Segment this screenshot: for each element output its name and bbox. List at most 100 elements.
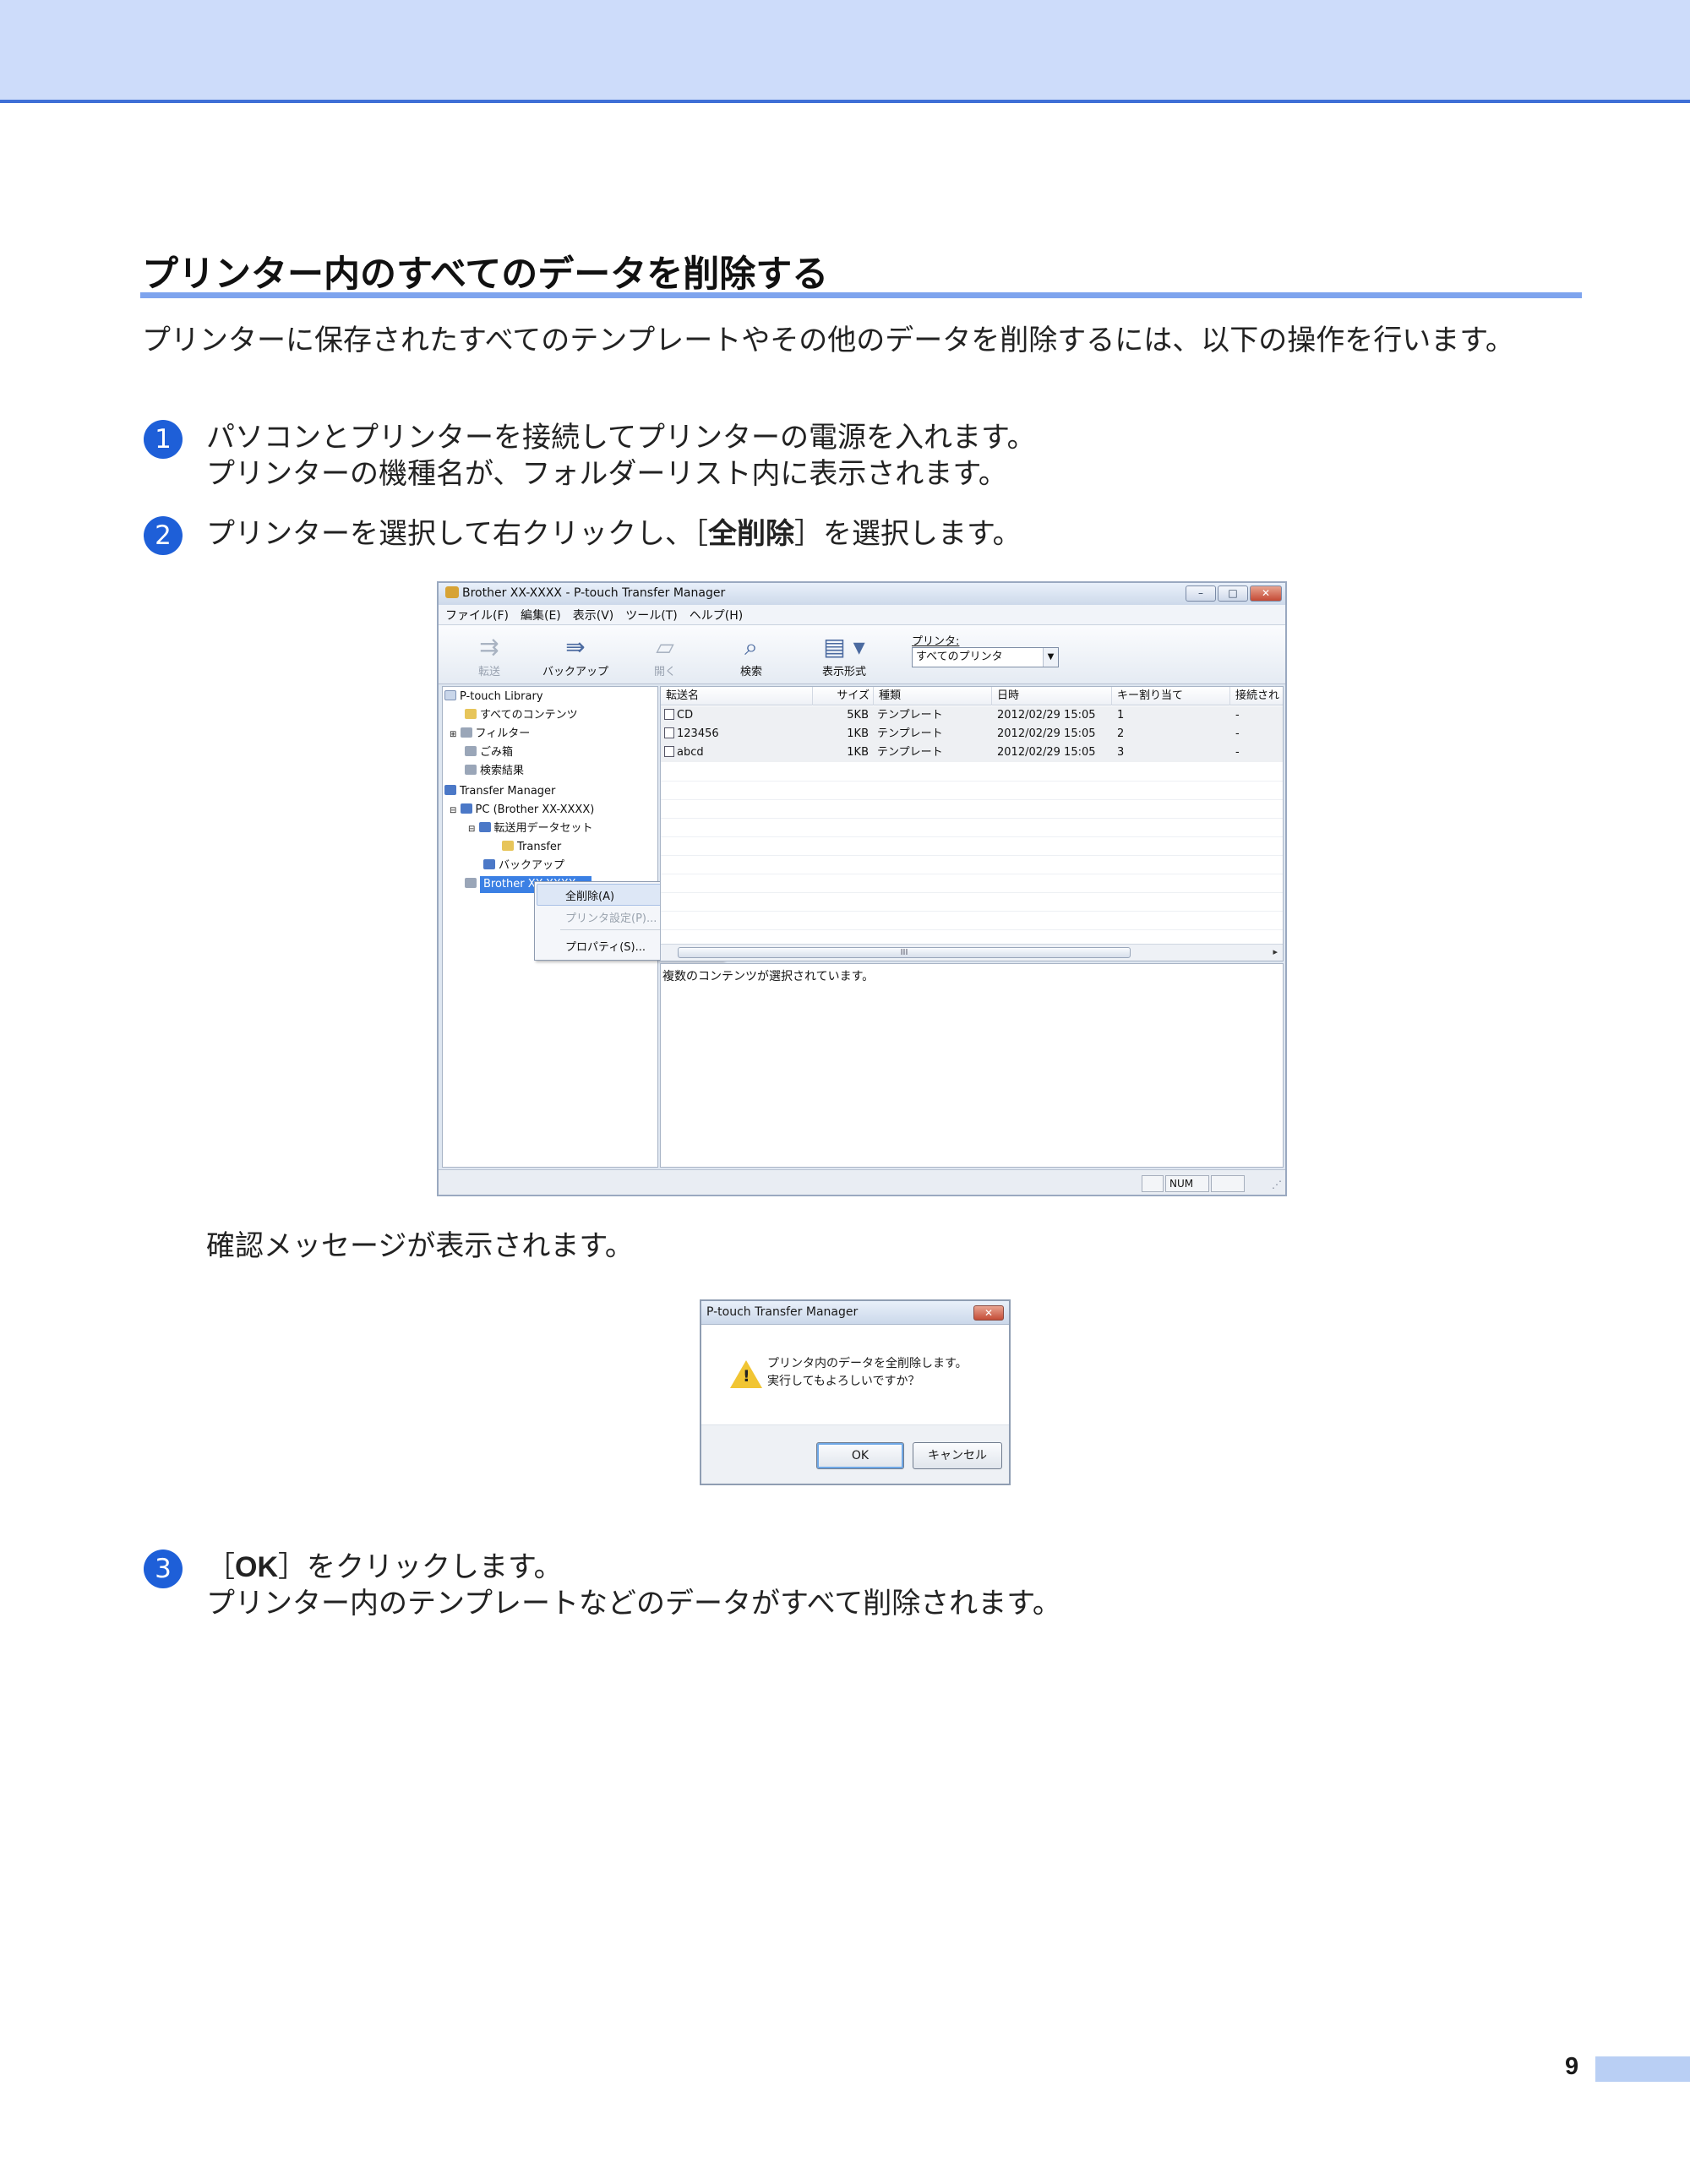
tree-item-dataset[interactable]: ⊟ 転送用データセット — [468, 820, 593, 837]
search-icon — [465, 765, 477, 775]
confirm-dialog: P-touch Transfer Manager ✕ ! プリンタ内のデータを全… — [700, 1299, 1011, 1485]
step-2-pre: プリンターを選択して右クリックし、［ — [206, 517, 708, 551]
collapse-icon[interactable]: ⊟ — [468, 825, 475, 834]
warning-glyph: ! — [743, 1367, 750, 1386]
cell-name: CD — [664, 706, 693, 725]
menu-view[interactable]: 表示(V) — [573, 607, 614, 624]
menu-tools[interactable]: ツール(T) — [625, 607, 677, 624]
cell-key: 1 — [1117, 709, 1125, 722]
view-label: 表示形式 — [821, 666, 866, 678]
table-row[interactable]: CD 5KB テンプレート 2012/02/29 15:05 1 - — [661, 706, 1283, 725]
menu-help[interactable]: ヘルプ(H) — [690, 607, 743, 624]
menu-item-printer-settings[interactable]: プリンタ設定(P)... — [565, 909, 657, 925]
step-3-pre: ［ — [206, 1550, 235, 1584]
scroll-right-icon[interactable]: ▸ — [1273, 946, 1278, 957]
tree-item-trash[interactable]: ごみ箱 — [465, 744, 513, 761]
tree-label-transfer: Transfer — [517, 841, 562, 853]
tree-label-search-results: 検索結果 — [480, 765, 525, 777]
tree-item-pc[interactable]: ⊟ PC (Brother XX-XXXX) — [450, 802, 594, 819]
column-header-type[interactable]: 種類 — [874, 687, 992, 705]
tree-item-library[interactable]: P-touch Library — [444, 689, 543, 705]
filter-icon — [460, 727, 472, 738]
tree-label-trash: ごみ箱 — [480, 746, 514, 759]
cell-type: テンプレート — [877, 709, 943, 722]
page-tab — [1595, 2056, 1690, 2082]
printer-select-value: すべてのプリンタ — [916, 651, 1003, 663]
minimize-button[interactable]: – — [1186, 585, 1216, 602]
cell-key: 3 — [1117, 746, 1125, 759]
page-number: 9 — [1565, 2053, 1579, 2080]
expand-icon[interactable]: ⊞ — [450, 730, 456, 739]
tree-item-transfer-manager[interactable]: Transfer Manager — [444, 783, 555, 800]
step-2-bold: 全削除 — [707, 518, 794, 550]
tree-label-library: P-touch Library — [460, 690, 543, 703]
warning-icon: ! — [730, 1360, 762, 1388]
step-2-post: ］を選択します。 — [793, 517, 1022, 551]
confirm-message-caption: 確認メッセージが表示されます。 — [206, 1229, 634, 1263]
magnifier-icon: ⌕ — [744, 633, 758, 661]
tree-item-filter[interactable]: ⊞ フィルター — [450, 726, 530, 743]
step-3-bold: OK — [235, 1551, 278, 1583]
grid-line — [661, 911, 1283, 912]
grid-line — [661, 929, 1283, 930]
dialog-footer: OK キャンセル — [701, 1424, 1009, 1484]
printer-select[interactable]: すべてのプリンタ ▼ — [912, 647, 1059, 667]
page-title: プリンター内のすべてのデータを削除する — [142, 253, 829, 296]
tree-item-backup[interactable]: バックアップ — [483, 858, 564, 874]
tree-label-filter: フィルター — [475, 727, 531, 740]
cell-key: 2 — [1117, 727, 1125, 740]
window-controls: – □ ✕ — [1186, 585, 1282, 602]
detail-text: 複数のコンテンツが選択されています。 — [662, 970, 875, 983]
collapse-icon[interactable]: ⊟ — [450, 806, 456, 815]
dataset-icon — [478, 822, 491, 832]
menu-item-properties[interactable]: プロパティ(S)... — [565, 938, 646, 954]
horizontal-scrollbar[interactable]: III ▸ — [661, 944, 1283, 961]
table-row[interactable]: 123456 1KB テンプレート 2012/02/29 15:05 2 - — [661, 725, 1283, 743]
table-row[interactable]: abcd 1KB テンプレート 2012/02/29 15:05 3 - — [661, 743, 1283, 762]
view-mode-button[interactable]: ▤ ▾ 表示形式 — [810, 632, 878, 678]
column-header-key[interactable]: キー割り当て — [1112, 687, 1230, 705]
close-button[interactable]: ✕ — [1250, 585, 1282, 602]
cell-name-text: abcd — [677, 746, 704, 759]
cell-name: 123456 — [664, 725, 719, 743]
menu-item-delete-all[interactable]: 全削除(A) — [565, 887, 614, 903]
title-rule — [140, 292, 1582, 298]
top-band — [0, 0, 1690, 103]
column-header-connected[interactable]: 接続され — [1230, 687, 1283, 705]
tree-label-dataset: 転送用データセット — [493, 822, 593, 835]
grid-line — [661, 799, 1283, 800]
scrollbar-thumb[interactable]: III — [678, 947, 1131, 958]
cancel-button[interactable]: キャンセル — [913, 1442, 1002, 1469]
column-header-name[interactable]: 転送名 — [661, 687, 813, 705]
ok-button[interactable]: OK — [816, 1442, 904, 1469]
detail-pane: 複数のコンテンツが選択されています。 — [660, 963, 1284, 1168]
file-icon — [664, 709, 674, 720]
step-2-text: プリンターを選択して右クリックし、［全削除］を選択します。 — [206, 516, 1022, 553]
menu-edit[interactable]: 編集(E) — [521, 607, 561, 624]
window-titlebar: Brother XX-XXXX - P-touch Transfer Manag… — [439, 583, 1285, 605]
open-folder-icon: ▱ — [656, 633, 674, 661]
cell-type: テンプレート — [877, 746, 943, 759]
open-button[interactable]: ▱ 開く — [640, 632, 690, 678]
resize-grip-icon[interactable]: ⋰ — [1272, 1179, 1282, 1190]
search-button[interactable]: ⌕ 検索 — [726, 632, 777, 678]
dropdown-arrow-icon[interactable]: ▼ — [1043, 648, 1058, 667]
dialog-message-line-2: 実行してもよろしいですか？ — [767, 1375, 920, 1388]
column-header-date[interactable]: 日時 — [992, 687, 1112, 705]
backup-button[interactable]: ⇛ バックアップ — [533, 632, 618, 678]
cell-connected: - — [1235, 709, 1240, 722]
tree-item-search-results[interactable]: 検索結果 — [465, 763, 524, 780]
backup-label: バックアップ — [542, 666, 608, 678]
maximize-button[interactable]: □ — [1218, 585, 1248, 602]
cell-size: 5KB — [847, 709, 869, 722]
tree-label-pc: PC (Brother XX-XXXX) — [475, 803, 595, 816]
dialog-message: プリンタ内のデータを全削除します。 実行してもよろしいですか？ — [767, 1355, 968, 1391]
grid-line — [661, 818, 1283, 819]
transfer-button[interactable]: ⇉ 転送 — [464, 632, 515, 678]
menu-file[interactable]: ファイル(F) — [445, 607, 509, 624]
window-title: Brother XX-XXXX - P-touch Transfer Manag… — [445, 586, 725, 600]
dialog-close-button[interactable]: ✕ — [973, 1305, 1004, 1321]
tree-item-all-contents[interactable]: すべてのコンテンツ — [465, 707, 578, 724]
tree-item-transfer-folder[interactable]: Transfer — [502, 839, 561, 856]
column-header-size[interactable]: サイズ — [813, 687, 874, 705]
